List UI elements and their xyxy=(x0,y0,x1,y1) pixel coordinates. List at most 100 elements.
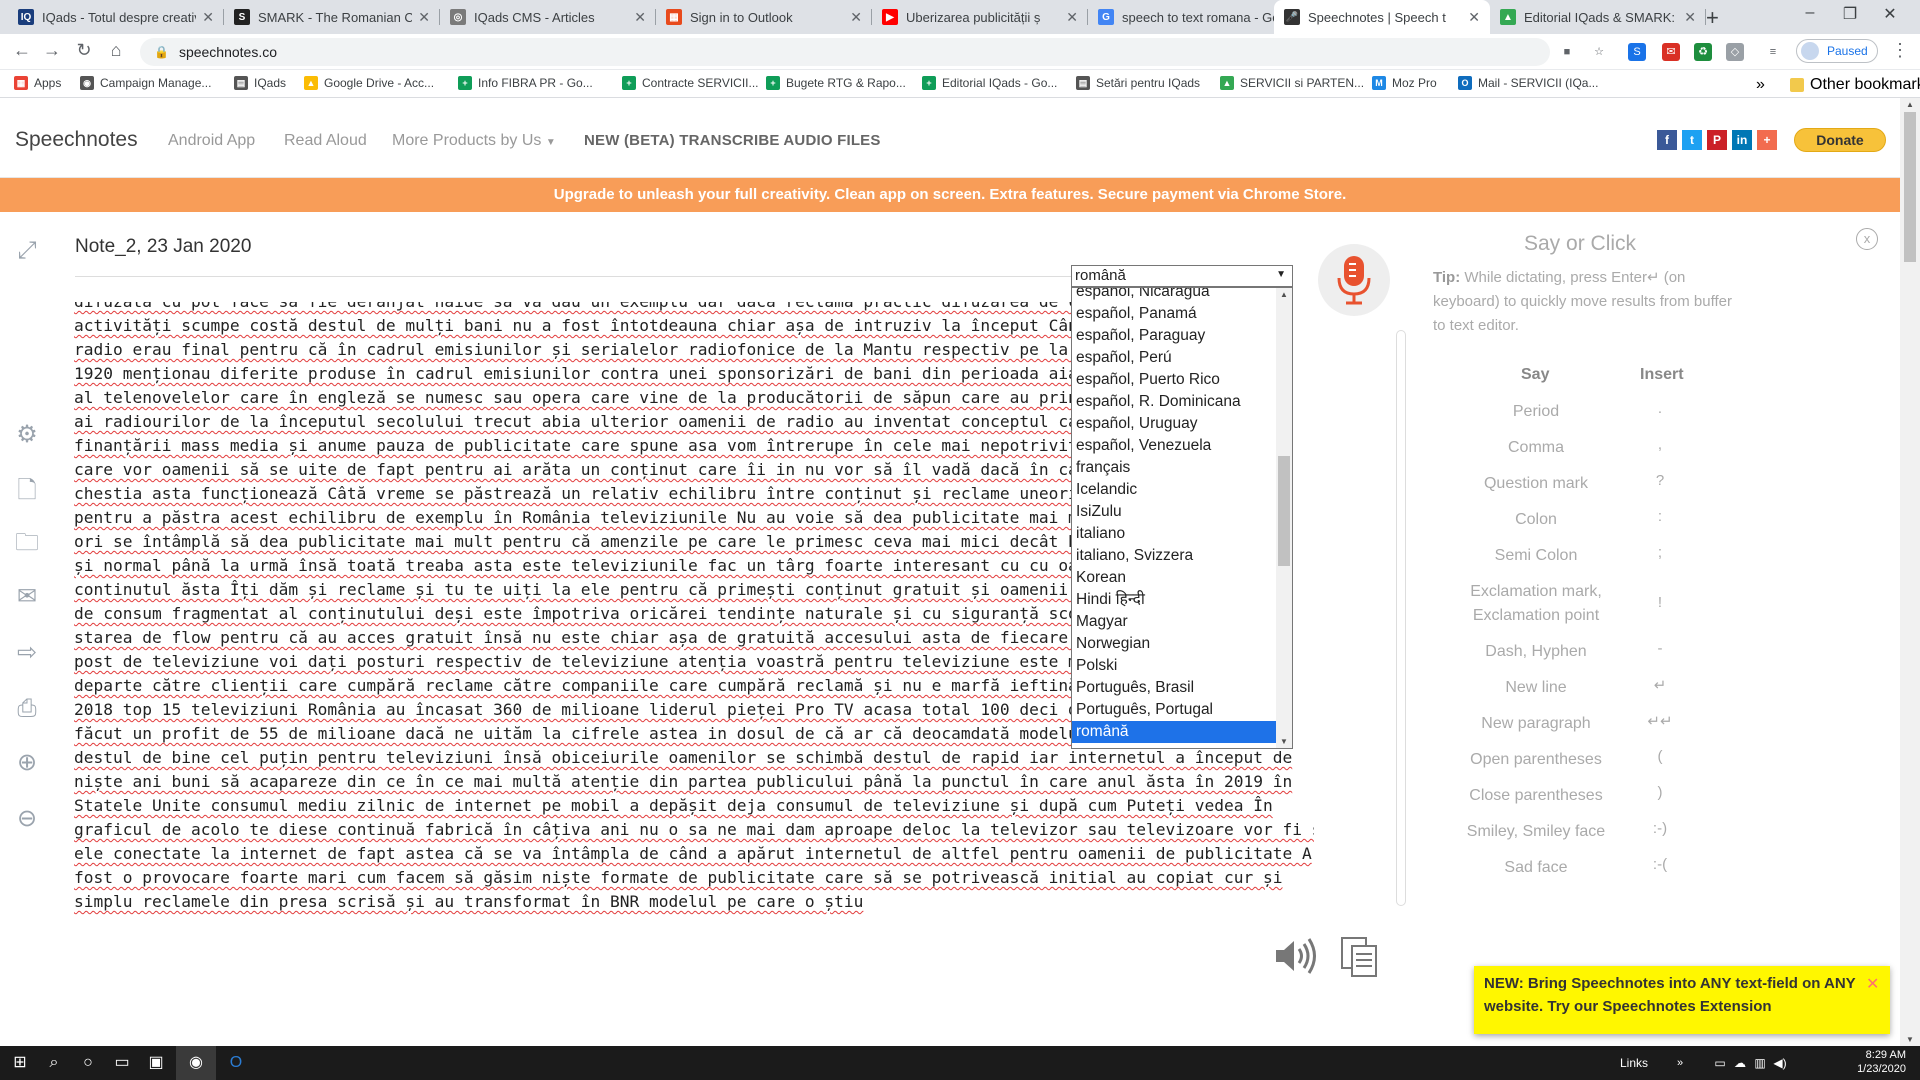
browser-tab[interactable]: ▲ Editorial IQads & SMARK: V ✕ xyxy=(1490,0,1706,34)
language-option[interactable]: Korean xyxy=(1072,567,1277,589)
scroll-up-icon[interactable]: ▲ xyxy=(1280,290,1288,299)
profile-button[interactable]: Paused xyxy=(1796,39,1878,63)
zoom-in-icon[interactable]: ⊕ xyxy=(10,746,44,780)
browser-tab[interactable]: 🎤 Speechnotes | Speech t ✕ xyxy=(1274,0,1490,34)
command-say[interactable]: Exclamation mark, Exclamation point xyxy=(1436,580,1636,628)
language-option[interactable]: español, Venezuela xyxy=(1072,435,1277,457)
home-icon[interactable]: ⌂ xyxy=(104,40,128,61)
language-option[interactable]: español, Paraguay xyxy=(1072,325,1277,347)
email-icon[interactable]: ✉ xyxy=(10,580,44,614)
print-icon[interactable]: ⎙ xyxy=(10,692,44,726)
bookmark-star-icon[interactable]: ☆ xyxy=(1590,43,1608,61)
tab-close-icon[interactable]: ✕ xyxy=(1066,9,1078,26)
bookmark-item[interactable]: ▲ Google Drive - Acc... xyxy=(304,76,434,90)
browser-tab[interactable]: Gspeech to text romana - Go✕ xyxy=(1088,0,1304,34)
close-icon[interactable]: x xyxy=(1856,228,1878,250)
camera-icon[interactable]: ■ xyxy=(1558,43,1576,61)
command-insert[interactable]: :-( xyxy=(1640,856,1680,873)
tab-close-icon[interactable]: ✕ xyxy=(634,9,646,26)
note-title[interactable]: Note_2, 23 Jan 2020 xyxy=(75,236,251,258)
language-option[interactable]: español, Panamá xyxy=(1072,303,1277,325)
command-say[interactable]: Dash, Hyphen xyxy=(1436,640,1636,664)
speaker-icon[interactable] xyxy=(1272,936,1320,976)
close-window-icon[interactable]: ✕ xyxy=(1870,4,1910,24)
command-say[interactable]: New paragraph xyxy=(1436,712,1636,736)
language-option[interactable]: español, Puerto Rico xyxy=(1072,369,1277,391)
language-option[interactable]: Português, Portugal xyxy=(1072,699,1277,721)
command-say[interactable]: New line xyxy=(1436,676,1636,700)
language-option[interactable]: Hindi हिन्दी xyxy=(1072,589,1277,611)
bookmark-item[interactable]: ▤ IQads xyxy=(234,76,286,90)
command-insert[interactable]: ? xyxy=(1640,472,1680,489)
language-option[interactable]: Polski xyxy=(1072,655,1277,677)
forward-icon[interactable]: → xyxy=(40,40,64,61)
scroll-thumb[interactable] xyxy=(1904,112,1916,262)
open-folder-icon[interactable]: 🗀 xyxy=(10,526,44,560)
social-share-icon[interactable]: in xyxy=(1732,130,1752,150)
command-insert[interactable]: ↵ xyxy=(1640,676,1680,694)
command-insert[interactable]: . xyxy=(1640,400,1680,417)
command-say[interactable]: Open parentheses xyxy=(1436,748,1636,772)
page-scrollbar[interactable]: ▲ ▼ xyxy=(1900,98,1920,1046)
dropdown-scrollbar[interactable]: ▲ ▼ xyxy=(1276,288,1292,748)
system-clock[interactable]: 8:29 AM 1/23/2020 xyxy=(1846,1048,1906,1076)
tab-close-icon[interactable]: ✕ xyxy=(1468,9,1480,26)
store-icon[interactable]: ▣ xyxy=(136,1046,176,1080)
close-icon[interactable]: ✕ xyxy=(1866,974,1879,994)
bookmark-item[interactable]: ◉ Campaign Manage... xyxy=(80,76,211,90)
command-say[interactable]: Sad face xyxy=(1436,856,1636,880)
command-say[interactable]: Colon xyxy=(1436,508,1636,532)
bookmark-item[interactable]: M Moz Pro xyxy=(1372,76,1437,90)
language-option[interactable]: română xyxy=(1072,721,1277,743)
donate-button[interactable]: Donate xyxy=(1794,128,1886,152)
new-tab-button[interactable]: + xyxy=(1706,5,1719,31)
nav-more-products[interactable]: More Products by Us ▼ xyxy=(392,132,556,150)
bookmark-item[interactable]: ▦ Apps xyxy=(14,76,61,90)
export-icon[interactable]: ⇨ xyxy=(10,636,44,670)
bookmark-item[interactable]: ▤ Setări pentru IQads xyxy=(1076,76,1200,90)
command-say[interactable]: Question mark xyxy=(1436,472,1636,496)
social-share-icon[interactable]: f xyxy=(1657,130,1677,150)
language-option[interactable]: italiano, Svizzera xyxy=(1072,545,1277,567)
links-toolbar[interactable]: Links xyxy=(1620,1056,1648,1070)
extension-icon[interactable]: ◇ xyxy=(1726,43,1744,61)
nav-read-aloud[interactable]: Read Aloud xyxy=(284,132,367,150)
volume-icon[interactable]: ◀) xyxy=(1760,1046,1800,1080)
other-bookmarks[interactable]: Other bookmarks xyxy=(1790,76,1920,94)
tab-close-icon[interactable]: ✕ xyxy=(850,9,862,26)
more-bookmarks-icon[interactable]: » xyxy=(1756,76,1765,94)
language-option[interactable]: español, Uruguay xyxy=(1072,413,1277,435)
language-option[interactable]: IsiZulu xyxy=(1072,501,1277,523)
reload-icon[interactable]: ↻ xyxy=(72,40,96,61)
language-option[interactable]: italiano xyxy=(1072,523,1277,545)
command-insert[interactable]: ; xyxy=(1640,544,1680,561)
outlook-taskbar-icon[interactable]: O xyxy=(216,1046,256,1080)
social-share-icon[interactable]: P xyxy=(1707,130,1727,150)
language-option[interactable]: français xyxy=(1072,457,1277,479)
command-insert[interactable]: ( xyxy=(1640,748,1680,765)
tab-close-icon[interactable]: ✕ xyxy=(1684,9,1696,26)
command-insert[interactable]: : xyxy=(1640,508,1680,525)
command-insert[interactable]: ! xyxy=(1640,594,1680,611)
scroll-up-icon[interactable]: ▲ xyxy=(1906,100,1914,109)
reading-list-icon[interactable]: ≡ xyxy=(1764,43,1782,61)
scroll-down-icon[interactable]: ▼ xyxy=(1280,737,1288,746)
command-insert[interactable]: :-) xyxy=(1640,820,1680,837)
back-icon[interactable]: ← xyxy=(10,40,34,61)
language-dropdown[interactable]: español, Nicaragua español, Panamá español… xyxy=(1071,287,1293,749)
browser-tab[interactable]: S SMARK - The Romanian Co ✕ xyxy=(224,0,440,34)
bookmark-item[interactable]: + Info FIBRA PR - Go... xyxy=(458,76,593,90)
scroll-down-icon[interactable]: ▼ xyxy=(1906,1035,1914,1044)
command-insert[interactable]: - xyxy=(1640,640,1680,657)
bookmark-item[interactable]: + Bugete RTG & Rapo... xyxy=(766,76,906,90)
bookmark-item[interactable]: O Mail - SERVICII (IQa... xyxy=(1458,76,1598,90)
language-option[interactable]: Magyar xyxy=(1072,611,1277,633)
bookmark-item[interactable]: + Contracte SERVICII... xyxy=(622,76,759,90)
url-input[interactable]: 🔒 speechnotes.co xyxy=(140,38,1550,66)
mic-button[interactable] xyxy=(1318,244,1390,316)
language-option[interactable]: Icelandic xyxy=(1072,479,1277,501)
extension-icon[interactable]: S xyxy=(1628,43,1646,61)
command-say[interactable]: Comma xyxy=(1436,436,1636,460)
nav-android-app[interactable]: Android App xyxy=(168,132,255,150)
upgrade-banner[interactable]: Upgrade to unleash your full creativity.… xyxy=(0,178,1900,212)
